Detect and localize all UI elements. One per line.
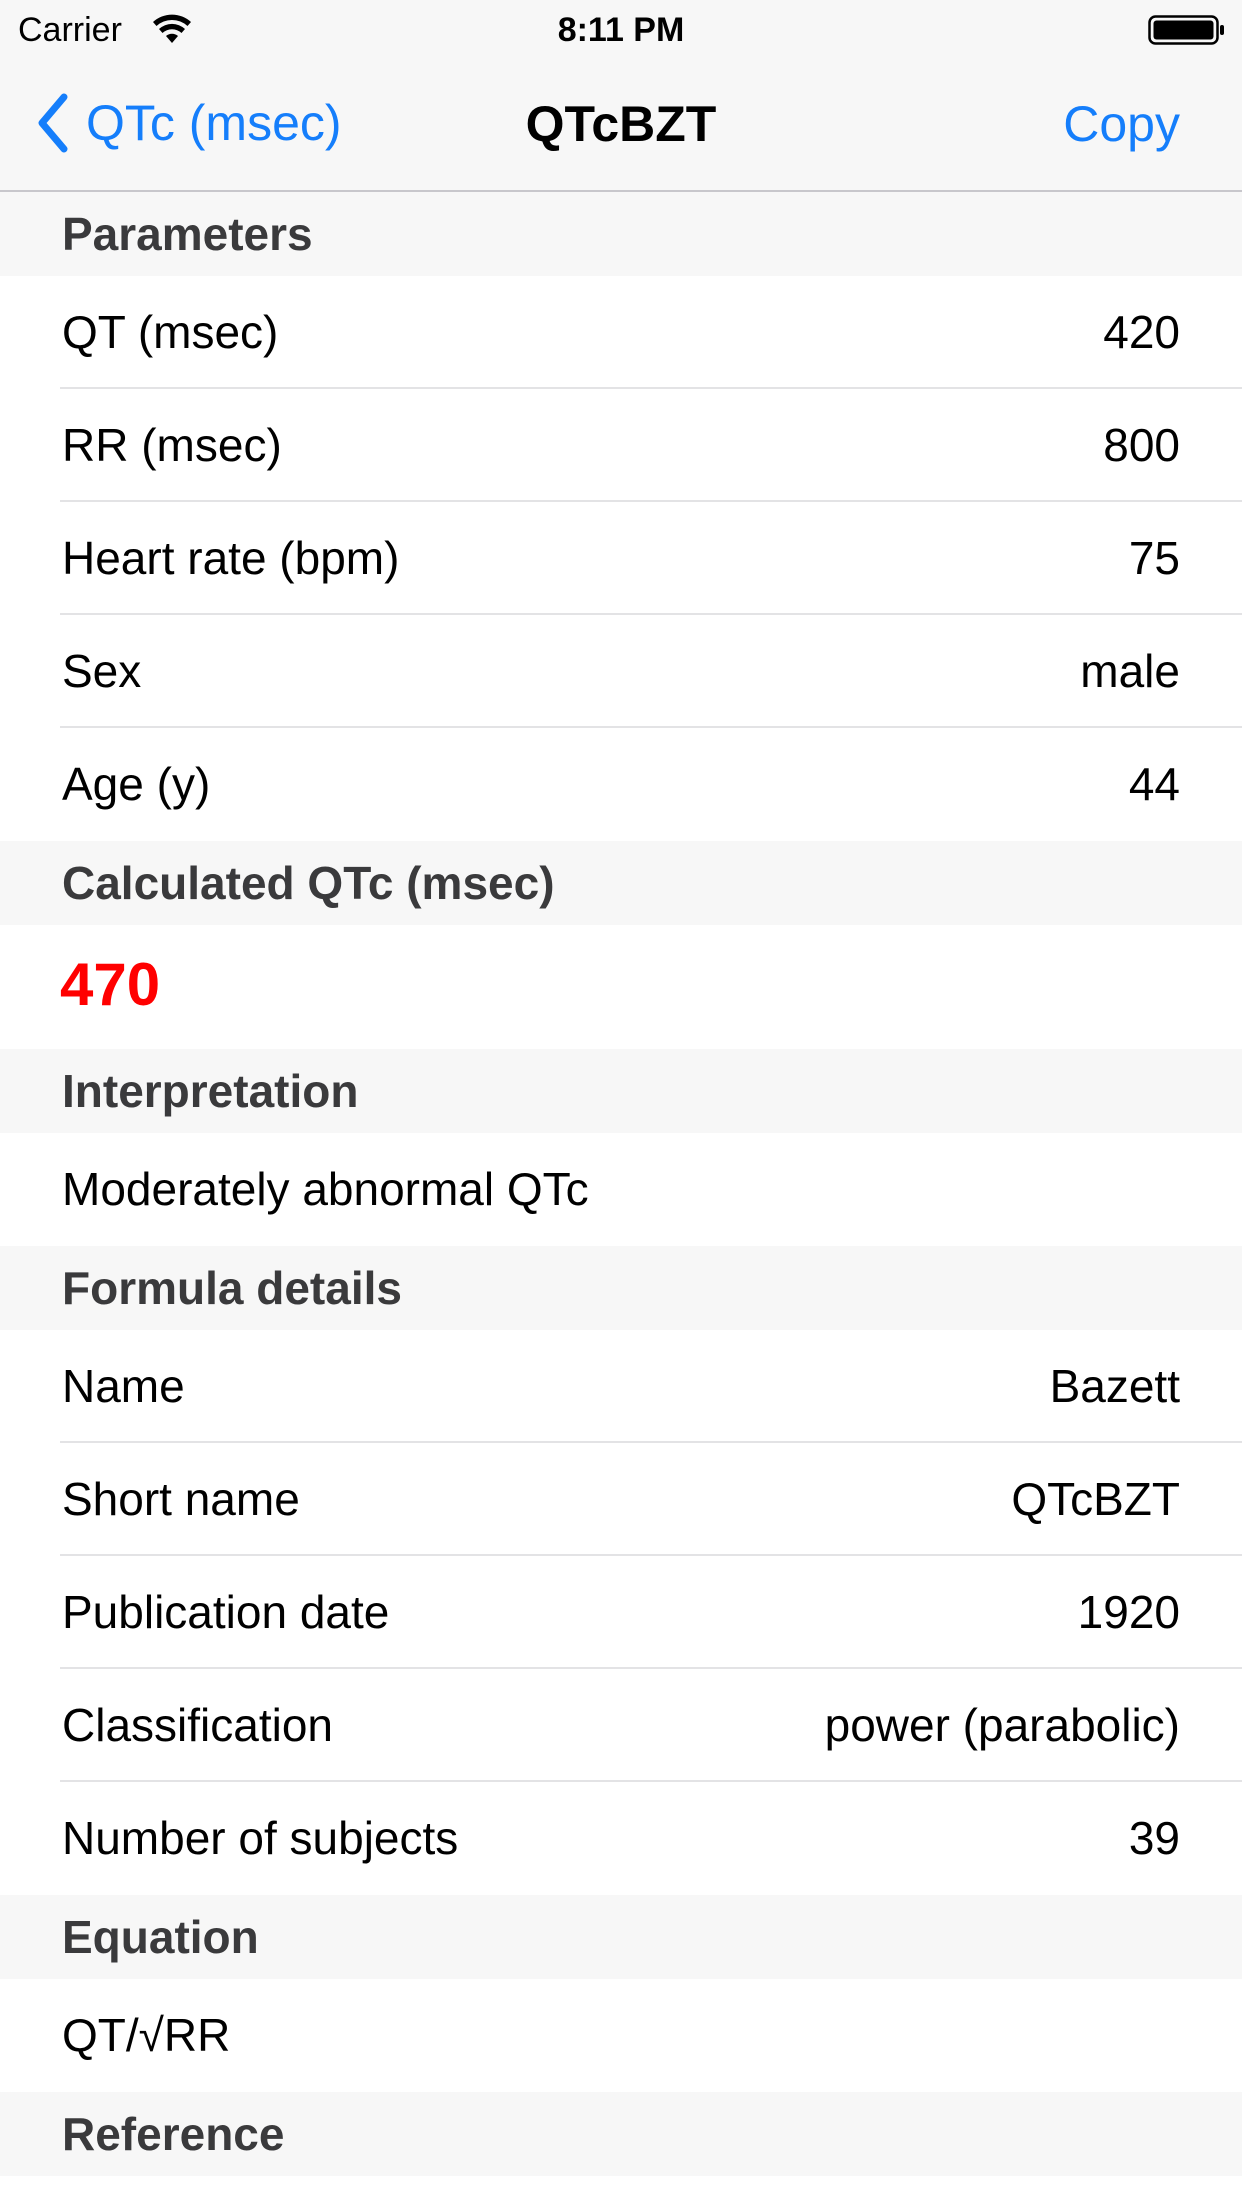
section-header-parameters: Parameters xyxy=(0,192,1242,276)
calculated-qtc-value: 470 xyxy=(0,925,1242,1049)
interpretation-text: Moderately abnormal QTc xyxy=(0,1133,1242,1246)
equation-text: QT/√RR xyxy=(0,1979,1242,2092)
page-title: QTcBZT xyxy=(525,96,717,152)
formula-row-publication-date[interactable]: Publication date 1920 xyxy=(0,1556,1242,1669)
row-label: Age (y) xyxy=(62,758,211,810)
row-label: Number of subjects xyxy=(62,1812,459,1864)
parameter-row-sex[interactable]: Sex male xyxy=(0,615,1242,728)
row-label: Heart rate (bpm) xyxy=(62,532,400,584)
row-value: 800 xyxy=(1103,419,1180,471)
status-time: 8:11 PM xyxy=(557,11,685,49)
parameter-row-qt[interactable]: QT (msec) 420 xyxy=(0,276,1242,389)
status-bar: Carrier 8:11 PM xyxy=(0,0,1242,60)
formula-row-name[interactable]: Name Bazett xyxy=(0,1330,1242,1443)
battery-icon xyxy=(1148,15,1224,45)
row-value: 75 xyxy=(1128,532,1180,584)
row-label: Sex xyxy=(62,645,142,697)
row-value: 420 xyxy=(1103,306,1180,358)
content-table[interactable]: Parameters QT (msec) 420 RR (msec) 800 H… xyxy=(0,192,1242,2176)
row-label: Publication date xyxy=(62,1586,390,1638)
row-label: Name xyxy=(62,1360,185,1412)
navigation-bar: QTc (msec) QTcBZT Copy xyxy=(0,60,1242,192)
copy-button[interactable]: Copy xyxy=(1063,94,1180,154)
formula-row-classification[interactable]: Classification power (parabolic) xyxy=(0,1669,1242,1782)
parameter-row-age[interactable]: Age (y) 44 xyxy=(0,728,1242,841)
section-header-interpretation: Interpretation xyxy=(0,1049,1242,1133)
parameter-row-rr[interactable]: RR (msec) 800 xyxy=(0,389,1242,502)
section-header-calculated-qtc: Calculated QTc (msec) xyxy=(0,841,1242,925)
section-header-formula-details: Formula details xyxy=(0,1246,1242,1330)
parameter-row-heart-rate[interactable]: Heart rate (bpm) 75 xyxy=(0,502,1242,615)
section-header-equation: Equation xyxy=(0,1895,1242,1979)
row-label: RR (msec) xyxy=(62,419,282,471)
section-header-reference: Reference xyxy=(0,2092,1242,2176)
row-value: power (parabolic) xyxy=(824,1699,1180,1751)
row-value: Bazett xyxy=(1049,1360,1180,1412)
row-value: 44 xyxy=(1128,758,1180,810)
row-value: QTcBZT xyxy=(1011,1473,1180,1525)
row-value: 1920 xyxy=(1077,1586,1180,1638)
formula-row-short-name[interactable]: Short name QTcBZT xyxy=(0,1443,1242,1556)
row-value: male xyxy=(1080,645,1180,697)
row-label: Classification xyxy=(62,1699,333,1751)
row-label: Short name xyxy=(62,1473,300,1525)
row-value: 39 xyxy=(1128,1812,1180,1864)
row-label: QT (msec) xyxy=(62,306,279,358)
formula-row-number-of-subjects[interactable]: Number of subjects 39 xyxy=(0,1782,1242,1895)
